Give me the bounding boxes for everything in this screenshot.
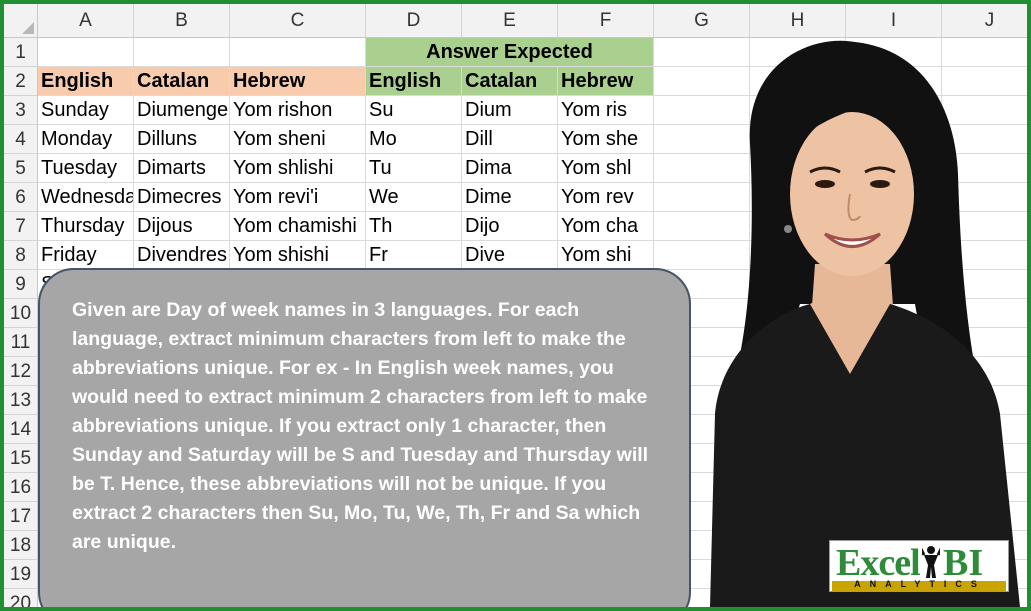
answer-header-catalan[interactable]: Catalan	[462, 67, 558, 96]
cell-e8[interactable]: Dive	[462, 241, 558, 270]
cell-b7[interactable]: Dijous	[134, 212, 230, 241]
cell-b8[interactable]: Divendres	[134, 241, 230, 270]
row-header-20[interactable]: 20	[4, 589, 38, 607]
cell-c7[interactable]: Yom chamishi	[230, 212, 366, 241]
cell-a8[interactable]: Friday	[38, 241, 134, 270]
cell-e3[interactable]: Dium	[462, 96, 558, 125]
row-header-9[interactable]: 9	[4, 270, 38, 299]
column-header-f[interactable]: F	[558, 4, 654, 38]
cell-a6[interactable]: Wednesday	[38, 183, 134, 212]
cell-f7[interactable]: Yom cha	[558, 212, 654, 241]
cell-b6[interactable]: Dimecres	[134, 183, 230, 212]
cell-a4[interactable]: Monday	[38, 125, 134, 154]
cell-b1[interactable]	[134, 38, 230, 67]
row-header-19[interactable]: 19	[4, 560, 38, 589]
cell-d4[interactable]: Mo	[366, 125, 462, 154]
cell-a3[interactable]: Sunday	[38, 96, 134, 125]
row-header-12[interactable]: 12	[4, 357, 38, 386]
cell-d5[interactable]: Tu	[366, 154, 462, 183]
column-header-c[interactable]: C	[230, 4, 366, 38]
row-header-14[interactable]: 14	[4, 415, 38, 444]
header-hebrew[interactable]: Hebrew	[230, 67, 366, 96]
row-header-15[interactable]: 15	[4, 444, 38, 473]
cell-f8[interactable]: Yom shi	[558, 241, 654, 270]
spreadsheet: A B C D E F G H I J 1 2 3 4 5 6 7 8 9 10…	[4, 4, 1027, 607]
excel-bi-logo: Excel BI ANALYTICS	[829, 540, 1009, 592]
cell-c6[interactable]: Yom revi'i	[230, 183, 366, 212]
row-header-13[interactable]: 13	[4, 386, 38, 415]
cell-d6[interactable]: We	[366, 183, 462, 212]
answer-header-english[interactable]: English	[366, 67, 462, 96]
presenter-photo	[710, 40, 1020, 607]
column-header-e[interactable]: E	[462, 4, 558, 38]
row-header-4[interactable]: 4	[4, 125, 38, 154]
cell-d3[interactable]: Su	[366, 96, 462, 125]
cell-e7[interactable]: Dijo	[462, 212, 558, 241]
row-header-2[interactable]: 2	[4, 67, 38, 96]
row-header-17[interactable]: 17	[4, 502, 38, 531]
cell-b5[interactable]: Dimarts	[134, 154, 230, 183]
cell-b4[interactable]: Dilluns	[134, 125, 230, 154]
cell-e5[interactable]: Dima	[462, 154, 558, 183]
row-header-6[interactable]: 6	[4, 183, 38, 212]
cell-f6[interactable]: Yom rev	[558, 183, 654, 212]
row-header-1[interactable]: 1	[4, 38, 38, 67]
cell-a7[interactable]: Thursday	[38, 212, 134, 241]
row-header-5[interactable]: 5	[4, 154, 38, 183]
select-all-corner[interactable]	[4, 4, 38, 38]
column-header-i[interactable]: I	[846, 4, 942, 38]
cell-a1[interactable]	[38, 38, 134, 67]
column-header-h[interactable]: H	[750, 4, 846, 38]
cell-a5[interactable]: Tuesday	[38, 154, 134, 183]
row-header-11[interactable]: 11	[4, 328, 38, 357]
cell-b3[interactable]: Diumenge	[134, 96, 230, 125]
instruction-callout: Given are Day of week names in 3 languag…	[38, 268, 691, 607]
cell-f5[interactable]: Yom shl	[558, 154, 654, 183]
logo-figure-icon	[922, 546, 940, 578]
column-header-a[interactable]: A	[38, 4, 134, 38]
cell-c1[interactable]	[230, 38, 366, 67]
column-header-g[interactable]: G	[654, 4, 750, 38]
callout-text: Given are Day of week names in 3 languag…	[72, 299, 649, 553]
logo-tagline: ANALYTICS	[854, 579, 986, 589]
cell-e6[interactable]: Dime	[462, 183, 558, 212]
cell-f3[interactable]: Yom ris	[558, 96, 654, 125]
row-header-3[interactable]: 3	[4, 96, 38, 125]
cell-c3[interactable]: Yom rishon	[230, 96, 366, 125]
merged-header-answer-expected[interactable]: Answer Expected	[366, 38, 654, 67]
column-header-j[interactable]: J	[942, 4, 1027, 38]
row-header-8[interactable]: 8	[4, 241, 38, 270]
column-header-b[interactable]: B	[134, 4, 230, 38]
header-english[interactable]: English	[38, 67, 134, 96]
cell-c5[interactable]: Yom shlishi	[230, 154, 366, 183]
cell-d8[interactable]: Fr	[366, 241, 462, 270]
header-catalan[interactable]: Catalan	[134, 67, 230, 96]
row-header-10[interactable]: 10	[4, 299, 38, 328]
cell-d7[interactable]: Th	[366, 212, 462, 241]
cell-c8[interactable]: Yom shishi	[230, 241, 366, 270]
cell-f4[interactable]: Yom she	[558, 125, 654, 154]
row-header-7[interactable]: 7	[4, 212, 38, 241]
column-header-d[interactable]: D	[366, 4, 462, 38]
row-header-16[interactable]: 16	[4, 473, 38, 502]
cell-c4[interactable]: Yom sheni	[230, 125, 366, 154]
row-header-18[interactable]: 18	[4, 531, 38, 560]
answer-header-hebrew[interactable]: Hebrew	[558, 67, 654, 96]
cell-e4[interactable]: Dill	[462, 125, 558, 154]
